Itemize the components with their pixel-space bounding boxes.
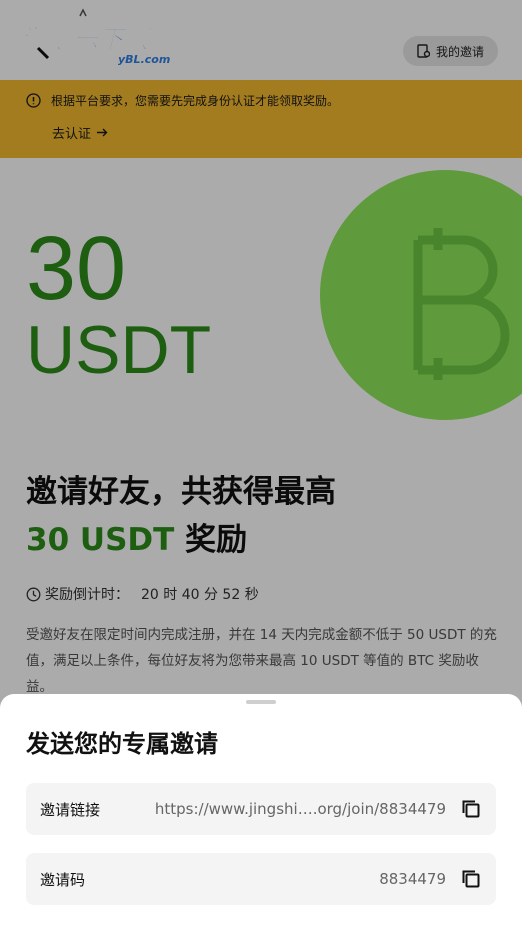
sheet-drag-handle[interactable] xyxy=(246,700,276,704)
invite-code-label: 邀请码 xyxy=(40,870,86,889)
invite-link-row: 邀请链接 https://www.jingshi….org/join/88344… xyxy=(26,783,496,835)
sheet-title: 发送您的专属邀请 xyxy=(26,730,218,758)
copy-code-icon[interactable] xyxy=(460,868,482,890)
invite-link-value: https://www.jingshi….org/join/8834479 xyxy=(154,800,446,818)
invite-code-row: 邀请码 8834479 xyxy=(26,853,496,905)
copy-link-icon[interactable] xyxy=(460,798,482,820)
invite-link-label: 邀请链接 xyxy=(40,800,101,819)
invite-code-value: 8834479 xyxy=(379,870,446,888)
share-invite-sheet: 发送您的专属邀请 邀请链接 https://www.jingshi….org/j… xyxy=(0,694,522,932)
